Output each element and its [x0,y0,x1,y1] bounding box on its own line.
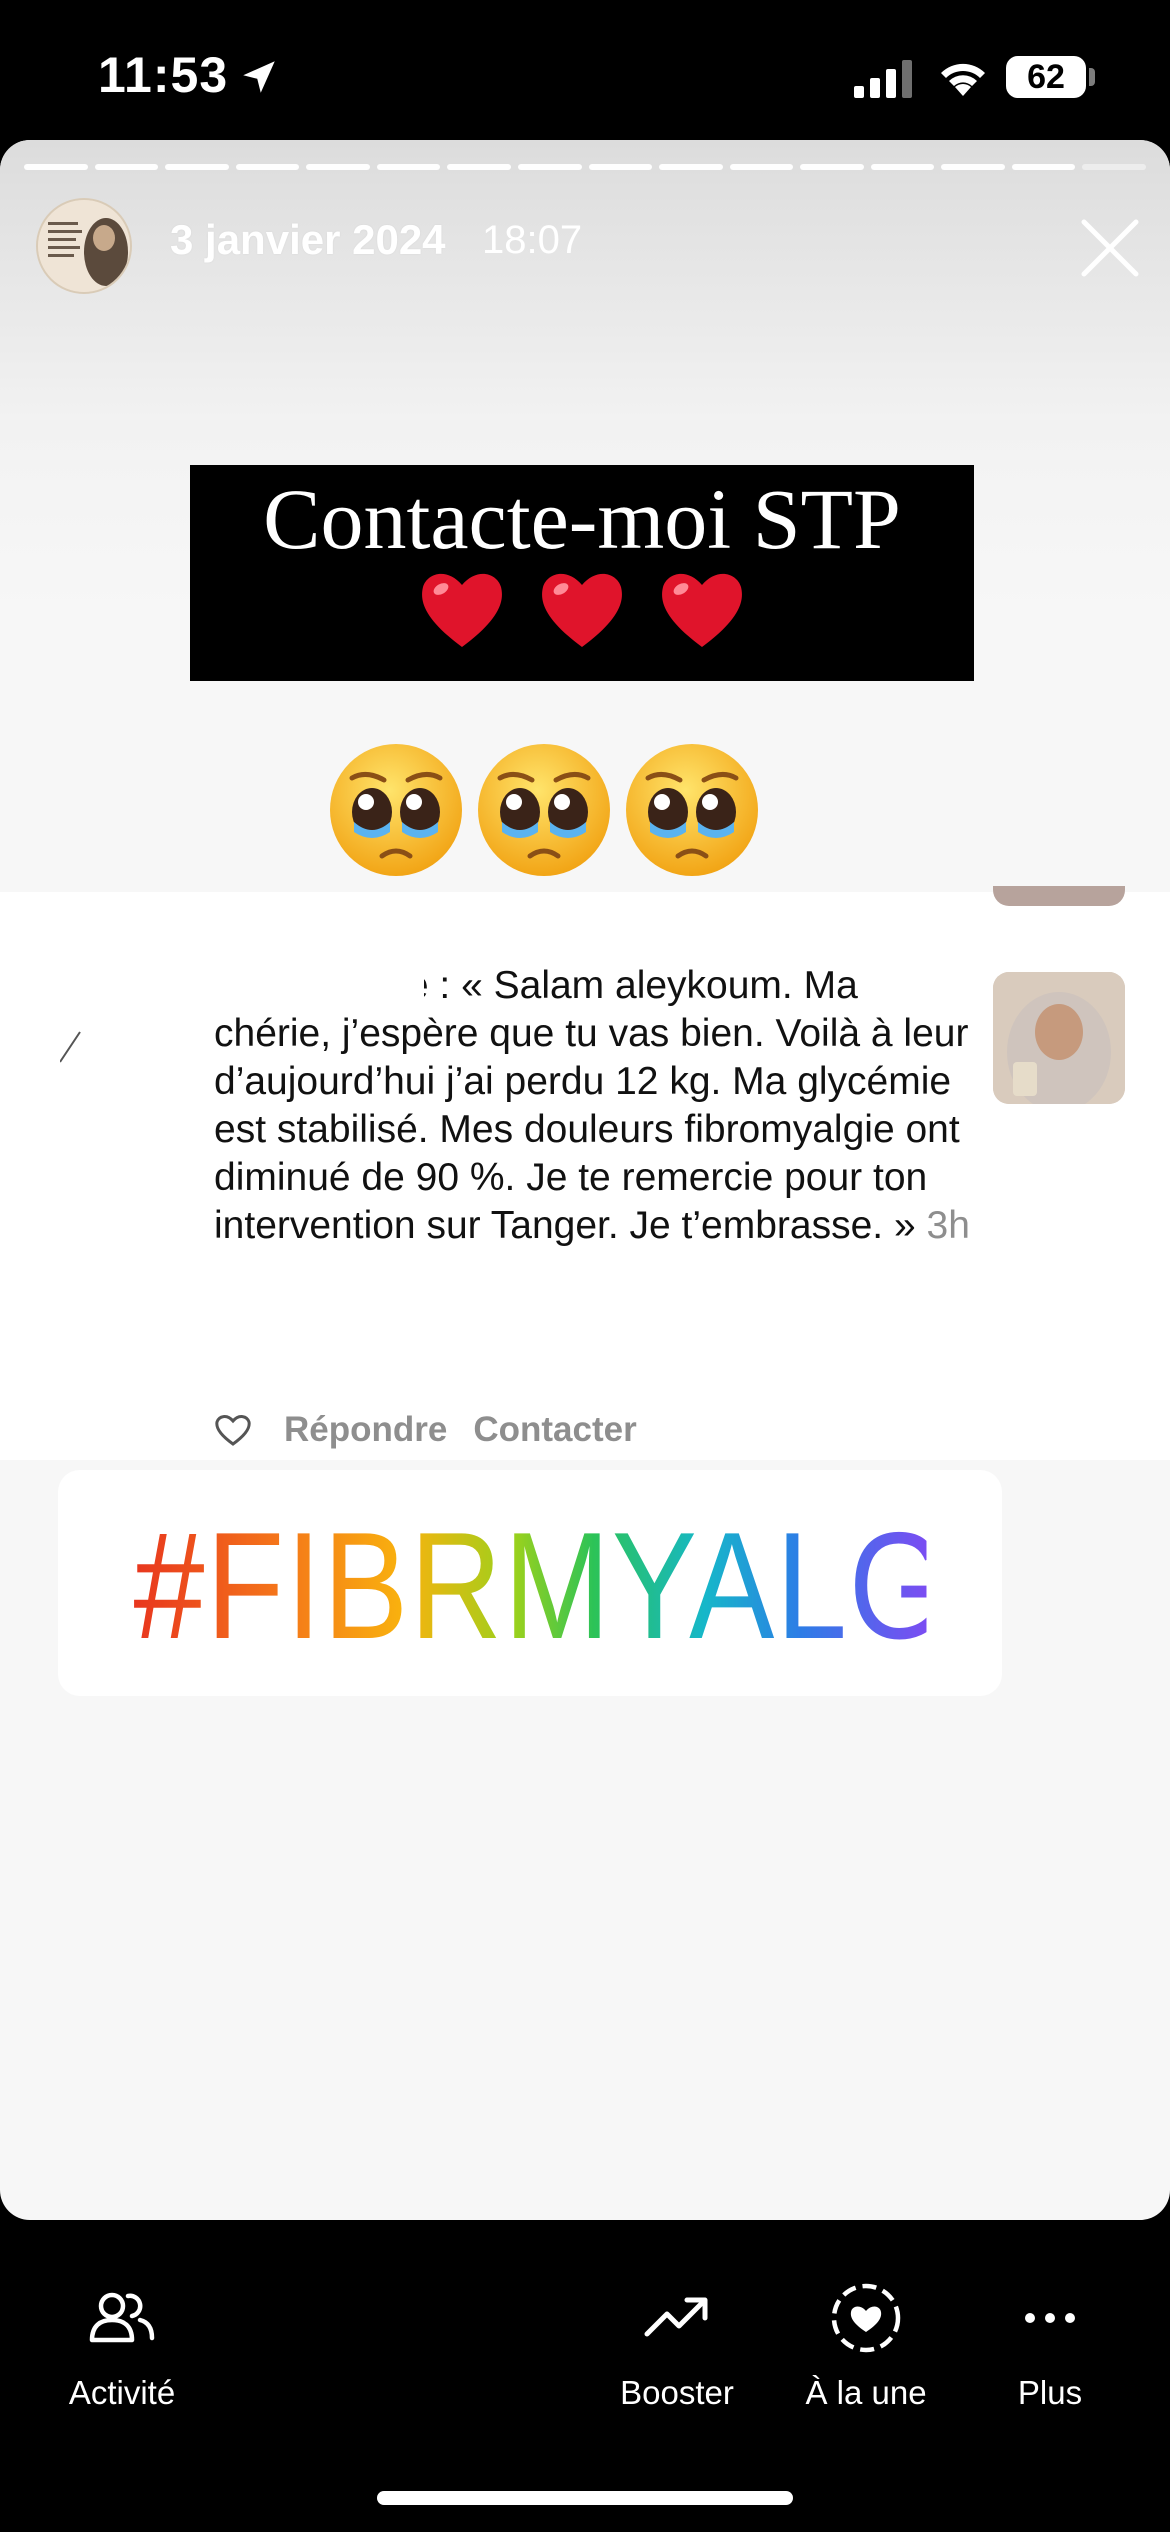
comment-time: 3h [926,1204,970,1247]
heart-outline-icon[interactable] [214,1413,252,1447]
wifi-icon [941,63,985,96]
hashtag-sticker[interactable]: #FIBRMYALGIE [58,1470,1074,1696]
more-label: Plus [1017,2374,1083,2411]
comment-body: a commenté : « Salam aleykoum. Ma chérie… [214,964,969,1247]
activity-label: Activité [68,2374,176,2411]
hashtag-text: #FIBRMYALGIE [133,1501,1074,1671]
trending-up-icon [644,2297,708,2337]
story-viewer[interactable]: 3 janvier 2024 18:07 Contacte-moi STP a … [0,140,1170,2220]
previous-comment-thumbnail [993,886,1125,906]
avatar-image [38,200,130,292]
people-icon [89,2292,155,2343]
location-arrow-icon [243,61,275,93]
progress-segment [588,164,653,170]
progress-segment [870,164,935,170]
progress-segment [24,164,88,170]
status-bar: 11:53 62 [0,0,1170,140]
progress-segment [517,164,582,170]
pleading-emoji-row [326,740,766,880]
more-dots-icon [1025,2313,1075,2323]
comment-user-thumbnail [993,972,1125,1104]
story-progress-bar [24,164,1146,170]
story-author-avatar[interactable] [36,198,132,294]
home-indicator[interactable] [377,2491,793,2505]
contact-me-sticker[interactable]: Contacte-moi STP [190,465,974,681]
progress-segment [1082,164,1146,170]
highlight-label: À la une [805,2374,927,2411]
story-bottom-bar: Activité Booster À la une Plus [0,2220,1170,2532]
highlight-button[interactable]: À la une [798,2280,934,2412]
highlight-heart-icon [831,2283,901,2353]
progress-segment [1011,164,1076,170]
status-time: 11:53 [98,47,229,103]
progress-segment [800,164,864,170]
scribble-mark [60,1031,81,1063]
boost-button[interactable]: Booster [612,2280,742,2412]
progress-segment [306,164,370,170]
progress-segment [659,164,723,170]
pleading-face-icon [330,744,462,876]
battery-tip [1089,68,1095,86]
red-hearts-emoji [190,567,974,675]
battery-icon: 62 [1006,56,1086,98]
comment-actions: Répondre Contacter [214,1410,637,1450]
activity-button[interactable]: Activité [58,2280,186,2412]
progress-segment [447,164,511,170]
user-photo [993,972,1125,1104]
comment-screenshot: a commenté : « Salam aleykoum. Ma chérie… [0,886,1170,1460]
heart-icon [421,573,502,647]
boost-label: Booster [620,2374,734,2411]
reply-button[interactable]: Répondre [284,1410,447,1450]
progress-segment [376,164,441,170]
contact-button[interactable]: Contacter [473,1410,636,1450]
heart-icon [662,573,743,647]
progress-segment [941,164,1005,170]
progress-segment [165,164,229,170]
more-button[interactable]: Plus [1004,2280,1096,2412]
story-time: 18:07 [482,218,583,262]
comment-text: a commenté : « Salam aleykoum. Ma chérie… [214,962,974,1250]
sticker-text: Contacte-moi STP [263,471,901,567]
story-date: 3 janvier 2024 [170,216,446,263]
pleading-face-icon [626,744,758,876]
progress-segment [729,164,794,170]
pleading-face-icon [478,744,610,876]
progress-segment [94,164,159,170]
close-icon[interactable] [1078,216,1142,280]
username-redaction [206,954,424,1000]
cellular-signal-icon [854,60,912,98]
heart-icon [542,573,622,647]
progress-segment [235,164,300,170]
